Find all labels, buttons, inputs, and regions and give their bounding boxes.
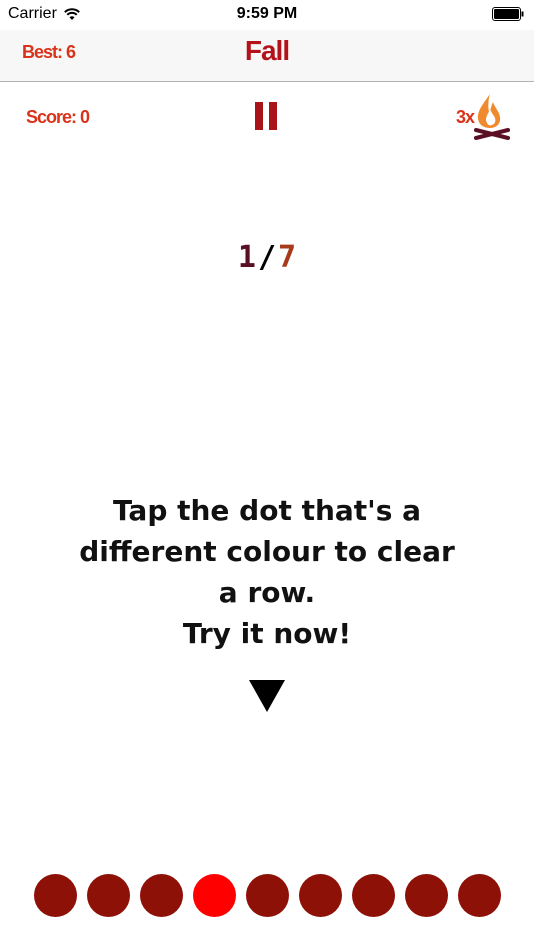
dot[interactable] [140,874,183,917]
dot[interactable] [34,874,77,917]
progress-current: 1 [237,240,256,275]
dot[interactable] [352,874,395,917]
campfire-icon [474,94,510,140]
battery-icon [492,7,524,21]
dot[interactable] [405,874,448,917]
multiplier-label: 3x [456,107,475,127]
dot[interactable] [246,874,289,917]
current-score: Score: 0 [26,107,90,127]
status-bar: Carrier 9:59 PM [0,0,534,30]
dot[interactable] [299,874,342,917]
progress-separator: / [257,240,277,275]
level-progress: 1/7 [0,240,534,275]
instruction-line: a row. [218,576,316,609]
pause-bar-left [255,102,263,130]
instruction-line: Try it now! [182,617,352,650]
odd-dot[interactable] [193,874,236,917]
status-time: 9:59 PM [236,5,298,22]
dot[interactable] [87,874,130,917]
dot[interactable] [458,874,501,917]
pause-bar-right [269,102,277,130]
page-title: Fall [244,35,290,66]
instruction-line: different colour to clear [79,535,455,568]
navigation-bar: Best: 6 Fall [0,30,534,82]
arrow-down-icon [249,680,285,712]
progress-total: 7 [278,240,297,275]
tutorial-instructions: Tap the dot that's a different colour to… [60,490,474,654]
pause-button[interactable] [255,102,279,130]
dot-row [0,874,534,918]
instruction-line: Tap the dot that's a [112,494,422,527]
